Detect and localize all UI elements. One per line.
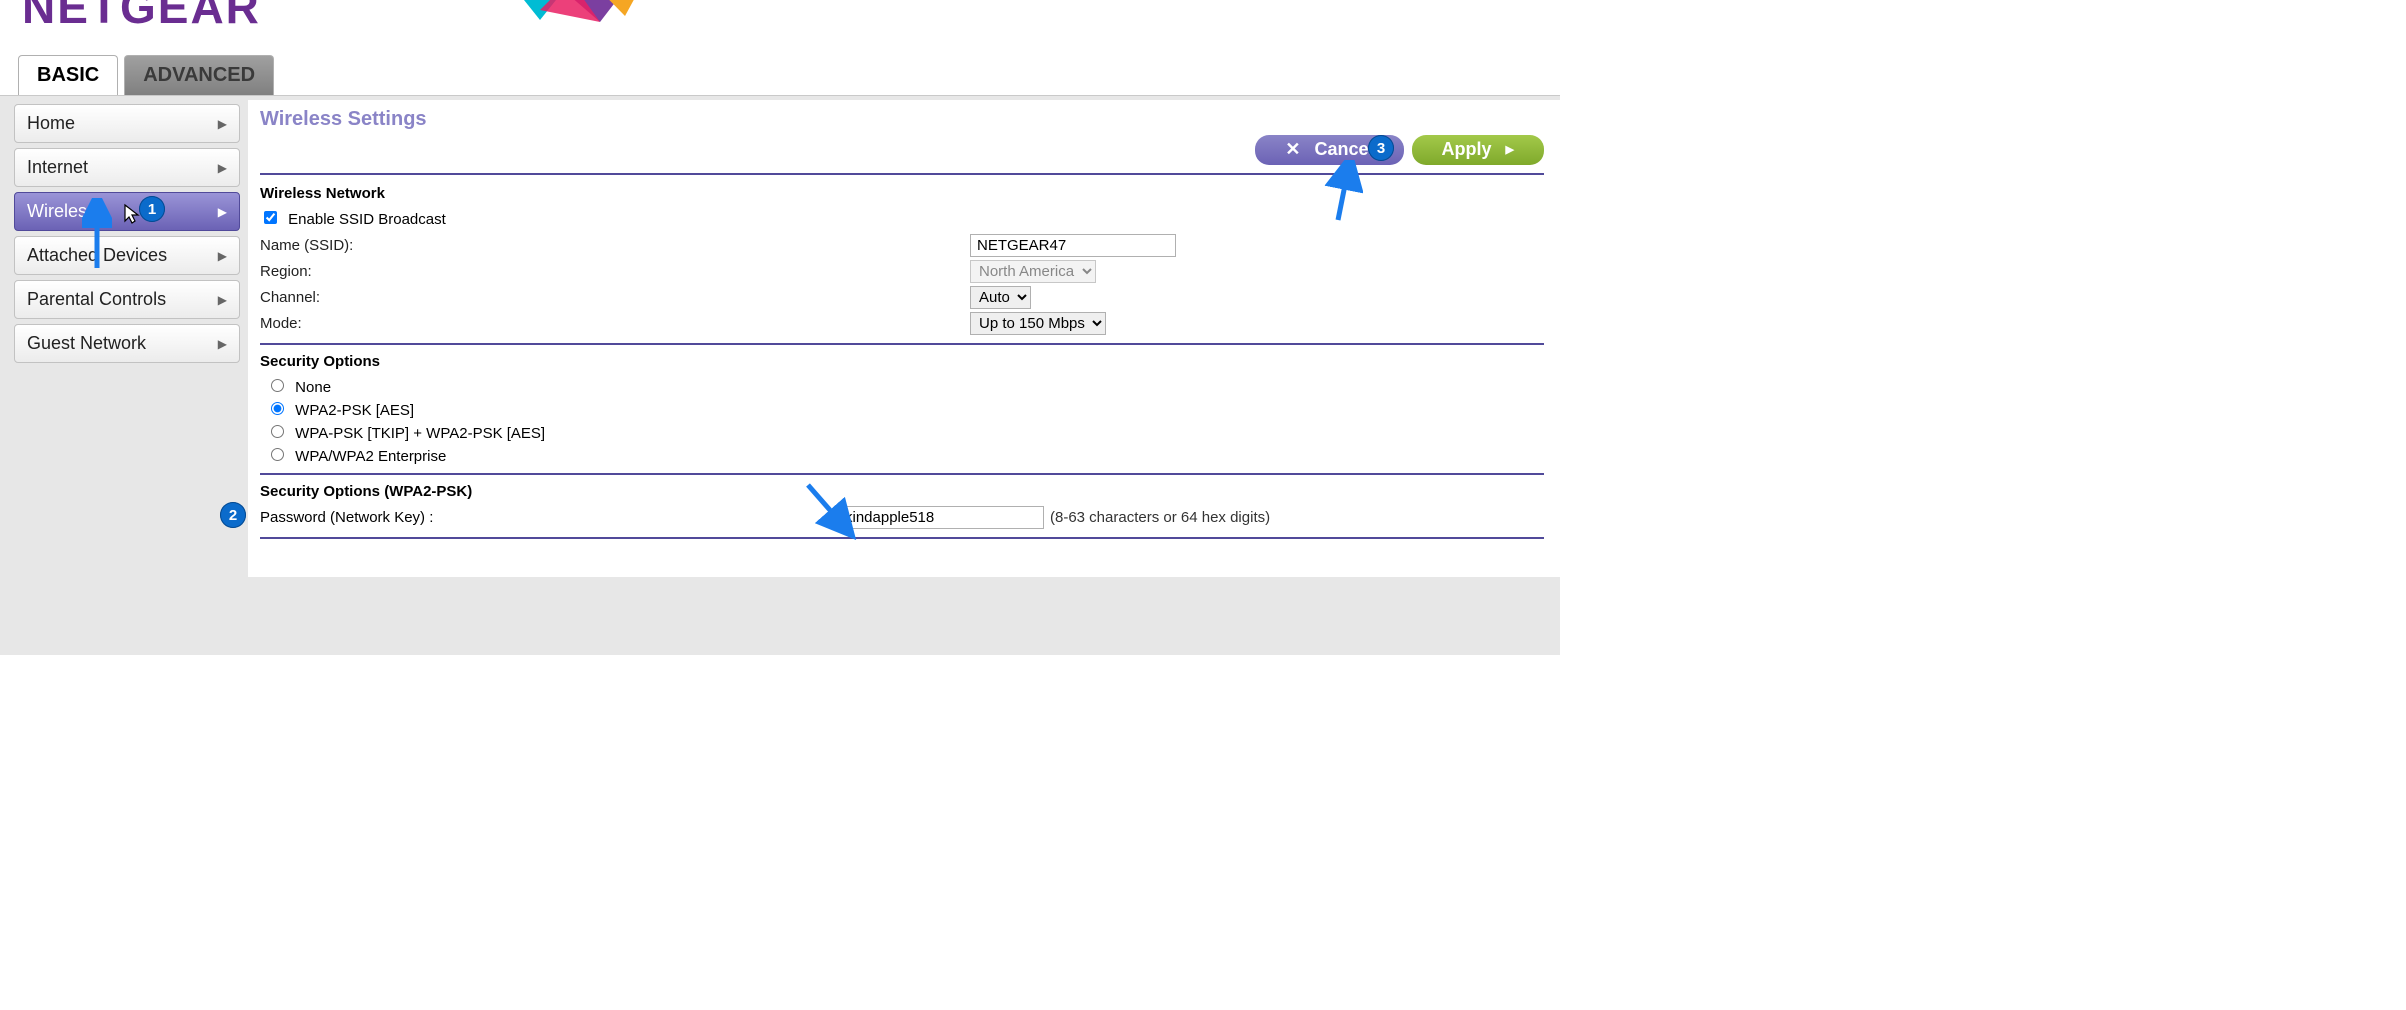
enable-ssid-row: Enable SSID Broadcast xyxy=(260,208,1544,228)
region-select[interactable]: North America xyxy=(970,260,1096,283)
channel-select[interactable]: Auto xyxy=(970,286,1031,309)
annotation-badge-3: 3 xyxy=(1368,135,1394,161)
radio-none-label: None xyxy=(295,379,331,396)
divider xyxy=(260,173,1544,175)
content-pane: Wireless Settings ✕ Cancel 3 Apply ▶ xyxy=(248,100,1560,577)
main-layout: Home ▶ Internet ▶ Wireless ▶ 1 Attached … xyxy=(0,95,1560,655)
sidebar-item-label: Attached Devices xyxy=(27,245,167,266)
chevron-right-icon: ▶ xyxy=(218,117,227,131)
channel-label: Channel: xyxy=(260,289,970,306)
mode-row: Mode: Up to 150 Mbps xyxy=(260,312,1544,335)
sidebar-item-parental-controls[interactable]: Parental Controls ▶ xyxy=(14,280,240,319)
sidebar-item-label: Parental Controls xyxy=(27,289,166,310)
ssid-label: Name (SSID): xyxy=(260,237,970,254)
radio-none[interactable] xyxy=(271,379,284,392)
divider xyxy=(260,473,1544,475)
sidebar-item-label: Wireless xyxy=(27,201,96,222)
security-option-wpa2: WPA2-PSK [AES] xyxy=(266,399,1544,419)
region-row: Region: North America xyxy=(260,260,1544,283)
password-label: Password (Network Key) : xyxy=(260,509,838,526)
divider xyxy=(260,343,1544,345)
sidebar-item-label: Internet xyxy=(27,157,88,178)
enable-ssid-label: Enable SSID Broadcast xyxy=(288,211,446,228)
play-icon: ▶ xyxy=(1506,143,1514,156)
chevron-right-icon: ▶ xyxy=(218,337,227,351)
chevron-right-icon: ▶ xyxy=(218,249,227,263)
close-icon: ✕ xyxy=(1285,139,1300,160)
radio-wpa2-label: WPA2-PSK [AES] xyxy=(295,402,414,419)
password-input[interactable] xyxy=(838,506,1044,529)
radio-enterprise[interactable] xyxy=(271,448,284,461)
mode-label: Mode: xyxy=(260,315,970,332)
sidebar-item-home[interactable]: Home ▶ xyxy=(14,104,240,143)
chevron-right-icon: ▶ xyxy=(218,161,227,175)
sidebar-item-wireless[interactable]: Wireless ▶ 1 xyxy=(14,192,240,231)
chevron-right-icon: ▶ xyxy=(218,205,227,219)
sidebar-item-internet[interactable]: Internet ▶ xyxy=(14,148,240,187)
sidebar-item-label: Guest Network xyxy=(27,333,146,354)
annotation-badge-2: 2 xyxy=(220,502,246,528)
ssid-row: Name (SSID): xyxy=(260,234,1544,257)
mode-select[interactable]: Up to 150 Mbps xyxy=(970,312,1106,335)
tab-basic[interactable]: BASIC xyxy=(18,55,118,95)
annotation-badge-1: 1 xyxy=(139,196,165,222)
action-bar: ✕ Cancel 3 Apply ▶ xyxy=(260,135,1544,165)
channel-row: Channel: Auto xyxy=(260,286,1544,309)
password-hint: (8-63 characters or 64 hex digits) xyxy=(1050,509,1270,526)
sidebar-item-attached-devices[interactable]: Attached Devices ▶ xyxy=(14,236,240,275)
brand-header: NETGEAR® xyxy=(0,0,1560,55)
apply-label: Apply xyxy=(1442,139,1492,160)
section-security-options: Security Options xyxy=(260,353,1544,370)
section-wireless-network: Wireless Network xyxy=(260,185,1544,202)
radio-wpa2[interactable] xyxy=(271,402,284,415)
region-label: Region: xyxy=(260,263,970,280)
radio-mixed[interactable] xyxy=(271,425,284,438)
password-row: 2 Password (Network Key) : (8-63 charact… xyxy=(260,506,1544,529)
apply-button[interactable]: Apply ▶ xyxy=(1412,135,1544,165)
security-option-enterprise: WPA/WPA2 Enterprise xyxy=(266,445,1544,465)
cancel-label: Cancel xyxy=(1314,139,1373,160)
enable-ssid-checkbox[interactable] xyxy=(264,211,277,224)
brand-logo-text: NETGEAR® xyxy=(22,0,275,34)
section-psk: Security Options (WPA2-PSK) xyxy=(260,483,1544,500)
security-option-mixed: WPA-PSK [TKIP] + WPA2-PSK [AES] xyxy=(266,422,1544,442)
chevron-right-icon: ▶ xyxy=(218,293,227,307)
brand-geometric-icon xyxy=(490,0,650,25)
radio-mixed-label: WPA-PSK [TKIP] + WPA2-PSK [AES] xyxy=(295,425,545,442)
radio-enterprise-label: WPA/WPA2 Enterprise xyxy=(295,448,446,465)
sidebar-item-guest-network[interactable]: Guest Network ▶ xyxy=(14,324,240,363)
ssid-input[interactable] xyxy=(970,234,1176,257)
sidebar: Home ▶ Internet ▶ Wireless ▶ 1 Attached … xyxy=(0,100,248,456)
security-option-none: None xyxy=(266,376,1544,396)
tab-advanced[interactable]: ADVANCED xyxy=(124,55,274,95)
sidebar-item-label: Home xyxy=(27,113,75,134)
divider xyxy=(260,537,1544,539)
page-title: Wireless Settings xyxy=(260,108,1544,131)
top-tabs: BASIC ADVANCED xyxy=(18,55,1560,95)
